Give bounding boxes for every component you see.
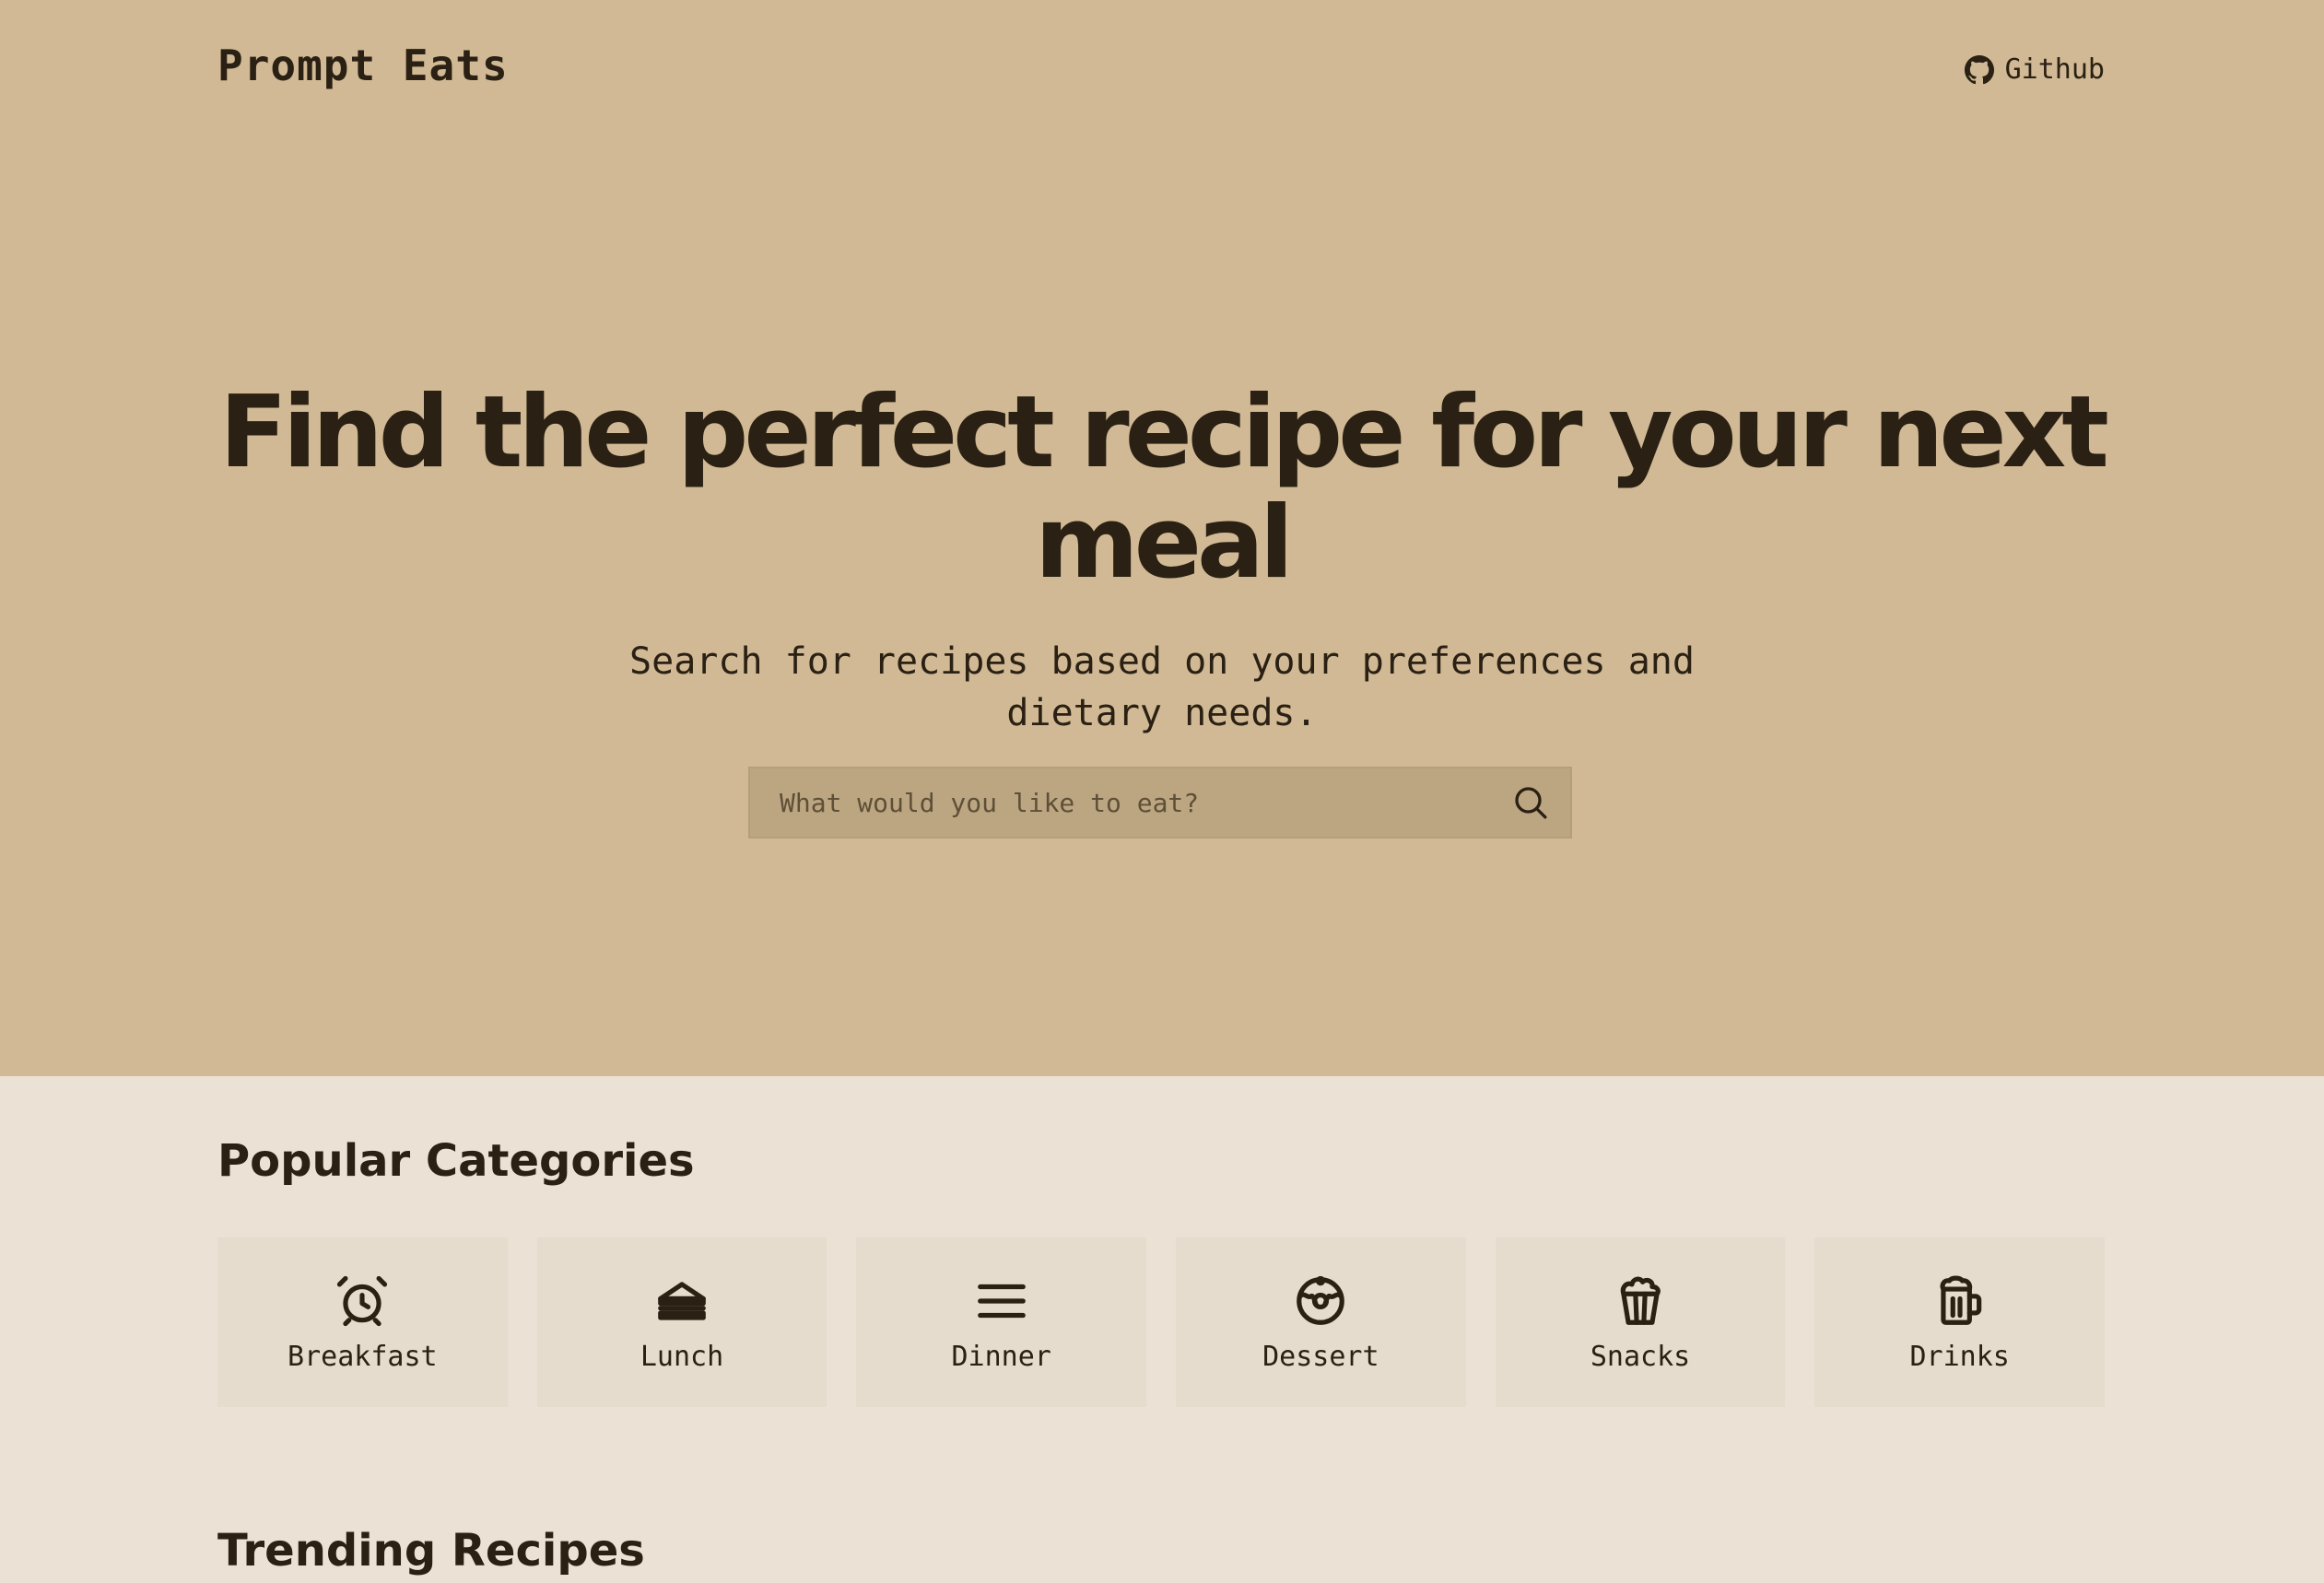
search-input[interactable] bbox=[750, 768, 1491, 837]
menu-lines-icon bbox=[977, 1284, 1026, 1318]
hero-subheading-line-1: Search for recipes based on your prefere… bbox=[629, 640, 1695, 683]
github-label: Github bbox=[2004, 53, 2105, 86]
category-label: Dinner bbox=[951, 1340, 1051, 1373]
popular-categories-title: Popular Categories bbox=[217, 1135, 695, 1187]
hero-headline-line-1: Find the perfect recipe for your next bbox=[219, 375, 2109, 490]
category-label: Dessert bbox=[1262, 1340, 1379, 1373]
category-label: Lunch bbox=[640, 1340, 724, 1373]
category-label: Breakfast bbox=[288, 1340, 438, 1373]
beer-mug-icon bbox=[1940, 1275, 1981, 1325]
category-label: Snacks bbox=[1590, 1340, 1691, 1373]
github-icon bbox=[1964, 54, 1994, 84]
category-snacks[interactable]: Snacks bbox=[1495, 1237, 1786, 1407]
hero-subheading: Search for recipes based on your prefere… bbox=[0, 636, 2324, 739]
category-lunch[interactable]: Lunch bbox=[536, 1237, 827, 1407]
category-dessert[interactable]: Dessert bbox=[1176, 1237, 1466, 1407]
alarm-clock-icon bbox=[337, 1275, 388, 1326]
category-list: Breakfast Lunch Dinner Dessert Snacks Dr… bbox=[217, 1237, 2106, 1407]
donut-icon bbox=[1297, 1275, 1345, 1325]
search-bar bbox=[748, 767, 1572, 838]
trending-recipes-title: Trending Recipes bbox=[217, 1525, 645, 1577]
category-breakfast[interactable]: Breakfast bbox=[217, 1237, 508, 1407]
sandwich-icon bbox=[658, 1281, 706, 1320]
search-button[interactable] bbox=[1491, 768, 1570, 837]
popcorn-icon bbox=[1620, 1276, 1661, 1325]
category-drinks[interactable]: Drinks bbox=[1814, 1237, 2106, 1407]
hero-section: Prompt Eats Github Find the perfect reci… bbox=[0, 0, 2324, 1076]
brand-logo[interactable]: Prompt Eats bbox=[217, 41, 509, 90]
hero-headline-line-2: meal bbox=[1035, 486, 1294, 601]
hero-headline: Find the perfect recipe for your next me… bbox=[0, 378, 2324, 599]
category-label: Drinks bbox=[1909, 1340, 2010, 1373]
hero-subheading-line-2: dietary needs. bbox=[1006, 692, 1318, 734]
github-link[interactable]: Github bbox=[1964, 53, 2105, 86]
search-icon bbox=[1515, 787, 1547, 819]
category-dinner[interactable]: Dinner bbox=[856, 1237, 1147, 1407]
